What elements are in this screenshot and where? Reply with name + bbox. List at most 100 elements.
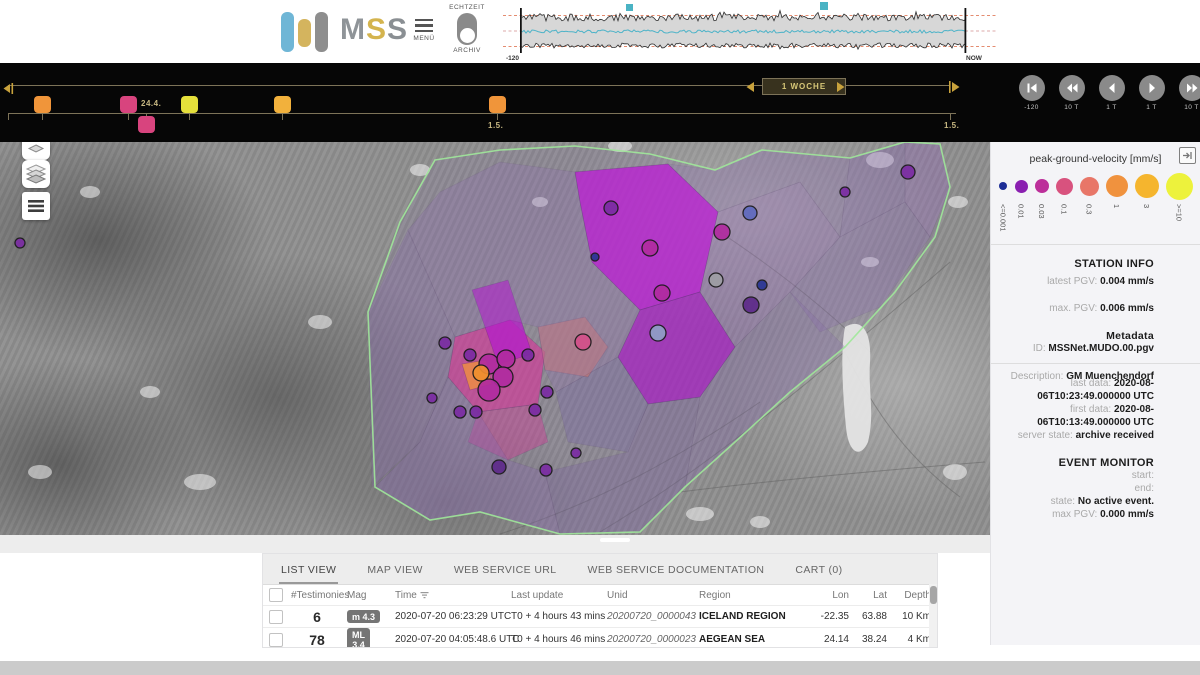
station-marker[interactable] xyxy=(497,350,515,368)
station-marker[interactable] xyxy=(15,238,25,248)
station-marker[interactable] xyxy=(901,165,915,179)
legend-item: 0.1 xyxy=(1056,171,1073,238)
map-layers-button[interactable] xyxy=(22,160,50,188)
station-marker[interactable] xyxy=(654,285,670,301)
playback-skip-start-button[interactable]: -120 xyxy=(1015,75,1048,111)
playback-forward-10-button[interactable]: 10 T xyxy=(1175,75,1200,111)
event-monitor-title: EVENT MONITOR xyxy=(1001,457,1154,469)
station-marker[interactable] xyxy=(522,349,534,361)
scrollbar-thumb[interactable] xyxy=(930,586,937,604)
event-maxpgv-row: max PGV: 0.000 mm/s xyxy=(1001,508,1154,521)
station-marker[interactable] xyxy=(757,280,767,290)
seismogram: -120 NOW xyxy=(500,0,1000,63)
timeline-date-label: 1.5. xyxy=(944,121,959,130)
toggle-pill[interactable] xyxy=(457,13,477,45)
row-checkbox[interactable] xyxy=(269,633,283,647)
station-marker[interactable] xyxy=(575,334,591,350)
station-marker[interactable] xyxy=(709,273,723,287)
playback-controls: -12010 T1 T1 T10 T xyxy=(1015,75,1200,111)
window-handle-right[interactable] xyxy=(836,80,847,98)
station-marker[interactable] xyxy=(492,460,506,474)
window-handle-end[interactable] xyxy=(948,80,962,98)
station-marker[interactable] xyxy=(540,464,552,476)
legend-label: <=0.001 xyxy=(999,204,1008,238)
realtime-archive-toggle[interactable]: ECHTZEIT ARCHIV xyxy=(449,4,485,54)
station-marker[interactable] xyxy=(591,253,599,261)
legend-dot xyxy=(999,182,1007,190)
timeline-event-marker[interactable] xyxy=(34,96,51,113)
metadata-title: Metadata xyxy=(1001,330,1154,342)
tab-web-service-documentation[interactable]: WEB SERVICE DOCUMENTATION xyxy=(586,564,767,584)
station-marker[interactable] xyxy=(650,325,666,341)
tab-cart-0[interactable]: CART (0) xyxy=(793,564,844,584)
top-header: MSS MENÜ ECHTZEIT ARCHIV -120 NOW xyxy=(0,0,1200,63)
event-time: 2020-07-20 06:23:29 UTC xyxy=(393,611,509,622)
event-last-update: T0 + 4 hours 43 mins xyxy=(509,611,605,622)
magnitude-badge: m 4.3 xyxy=(347,610,380,623)
tab-web-service-url[interactable]: WEB SERVICE URL xyxy=(452,564,559,584)
timeline-event-marker[interactable] xyxy=(181,96,198,113)
timeline-event-marker[interactable] xyxy=(120,96,137,113)
panel-scrollbar[interactable] xyxy=(929,584,937,648)
testimonies-count: 78 xyxy=(289,632,345,648)
station-marker[interactable] xyxy=(604,201,618,215)
station-marker[interactable] xyxy=(473,365,489,381)
map[interactable] xyxy=(0,142,990,535)
legend-title: peak-ground-velocity [mm/s] xyxy=(991,153,1200,165)
table-header-row: #Testimonies Mag Time Last update Unid R… xyxy=(263,585,937,606)
event-row[interactable]: 78 ML3.4 2020-07-20 04:05:48.6 UTC T0 + … xyxy=(263,628,937,648)
svg-text:NOW: NOW xyxy=(966,55,983,62)
tab-list-view[interactable]: LIST VIEW xyxy=(279,564,338,584)
toggle-bottom-label: ARCHIV xyxy=(449,47,485,54)
station-marker[interactable] xyxy=(571,448,581,458)
map-layers-button-top[interactable] xyxy=(22,142,50,160)
timeline-event-marker[interactable] xyxy=(274,96,291,113)
legend-label: 1 xyxy=(1112,204,1121,238)
station-info-title: STATION INFO xyxy=(1001,258,1154,270)
timeline-date-label: 1.5. xyxy=(488,121,503,130)
row-checkbox[interactable] xyxy=(269,610,283,624)
station-marker[interactable] xyxy=(427,393,437,403)
station-marker[interactable] xyxy=(478,379,500,401)
timeline-bar[interactable]: 24.4.1.5.1.5.1 WOCHE-12010 T1 T1 T10 T xyxy=(0,63,1200,142)
select-all-checkbox[interactable] xyxy=(269,588,283,602)
legend-label: 0.01 xyxy=(1017,204,1026,238)
event-unid: 20200720_0000023 xyxy=(605,634,697,645)
menu-button[interactable]: MENÜ xyxy=(413,19,435,42)
window-handle-left[interactable] xyxy=(744,80,755,98)
station-marker[interactable] xyxy=(439,337,451,349)
layers-icon xyxy=(25,164,47,184)
logo-text: MSS xyxy=(340,8,408,52)
station-marker[interactable] xyxy=(470,406,482,418)
playback-rewind-10-button[interactable]: 10 T xyxy=(1055,75,1088,111)
station-marker[interactable] xyxy=(541,386,553,398)
station-marker[interactable] xyxy=(743,206,757,220)
station-marker[interactable] xyxy=(840,187,850,197)
legend-dot xyxy=(1035,179,1049,193)
station-marker[interactable] xyxy=(714,224,730,240)
station-marker[interactable] xyxy=(529,404,541,416)
legend-item: <=0.001 xyxy=(999,171,1008,238)
station-marker[interactable] xyxy=(642,240,658,256)
resize-handle[interactable] xyxy=(600,538,630,542)
map-menu-button[interactable] xyxy=(22,192,50,220)
station-marker[interactable] xyxy=(464,349,476,361)
week-window-label[interactable]: 1 WOCHE xyxy=(762,78,846,95)
event-state-row: state: No active event. xyxy=(1001,495,1154,508)
mss-logo[interactable]: MSS xyxy=(281,8,408,52)
playback-step-back-button[interactable]: 1 T xyxy=(1095,75,1128,111)
timeline-event-marker[interactable] xyxy=(489,96,506,113)
timeline-event-marker[interactable] xyxy=(138,116,155,133)
station-marker[interactable] xyxy=(454,406,466,418)
tab-map-view[interactable]: MAP VIEW xyxy=(365,564,425,584)
station-marker[interactable] xyxy=(743,297,759,313)
event-row[interactable]: 6 m 4.3 2020-07-20 06:23:29 UTC T0 + 4 h… xyxy=(263,606,937,628)
svg-text:-120: -120 xyxy=(506,55,519,62)
logo-bar-blue xyxy=(281,12,294,52)
sidebar-expand-button[interactable] xyxy=(1179,147,1196,164)
legend-item: 0.3 xyxy=(1080,171,1099,238)
window-handle-start[interactable] xyxy=(2,81,14,99)
list-icon xyxy=(27,199,45,213)
playback-step-forward-button[interactable]: 1 T xyxy=(1135,75,1168,111)
panel-tabs: LIST VIEW MAP VIEW WEB SERVICE URL WEB SERV… xyxy=(263,554,937,585)
